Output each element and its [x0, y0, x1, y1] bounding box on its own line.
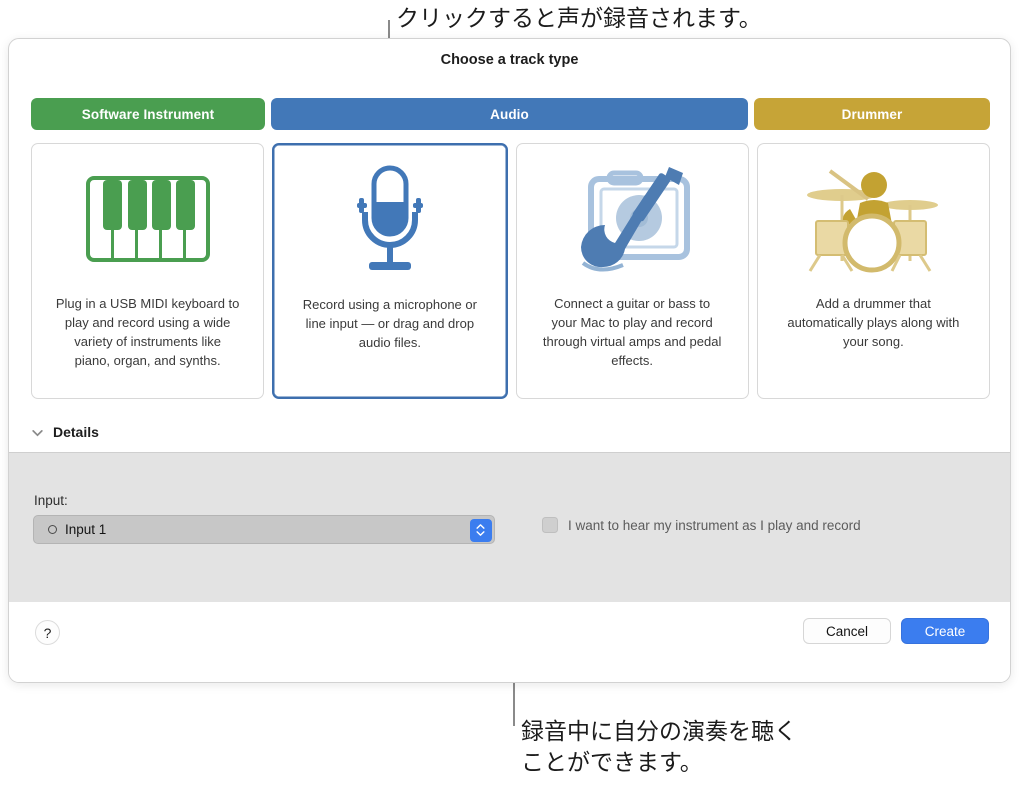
tab-audio[interactable]: Audio [271, 98, 748, 130]
card-guitar-bass-description: Connect a guitar or bass to your Mac to … [542, 296, 722, 368]
cancel-button-label: Cancel [825, 623, 869, 639]
chevron-up-icon [476, 524, 485, 529]
microphone-icon [356, 165, 423, 270]
monitor-checkbox[interactable] [542, 517, 558, 533]
input-caption: Input: [34, 493, 68, 508]
card-guitar-bass-art [517, 144, 748, 294]
details-disclosure[interactable]: Details [31, 424, 99, 440]
chevron-down-icon [32, 429, 43, 436]
input-select[interactable]: Input 1 [33, 515, 495, 544]
drummer-icon [807, 169, 939, 273]
tab-software-instrument-label: Software Instrument [81, 106, 215, 122]
card-drummer[interactable]: Add a drummer that automatically plays a… [756, 143, 990, 399]
track-type-cards: Plug in a USB MIDI keyboard to play and … [31, 143, 990, 399]
chevron-down-icon [476, 531, 485, 536]
tab-drummer[interactable]: Drummer [754, 98, 990, 130]
card-drummer-description: Add a drummer that automatically plays a… [787, 296, 960, 349]
card-software-instrument[interactable]: Plug in a USB MIDI keyboard to play and … [31, 143, 265, 399]
piano-keyboard-icon [85, 176, 210, 262]
monitor-checkbox-row[interactable]: I want to hear my instrument as I play a… [542, 517, 861, 533]
help-button-label: ? [43, 624, 52, 641]
monitor-checkbox-label: I want to hear my instrument as I play a… [568, 517, 861, 533]
dialog-title: Choose a track type [440, 52, 579, 68]
new-track-dialog: Choose a track type Software Instrument … [8, 38, 1011, 683]
cancel-button[interactable]: Cancel [803, 618, 891, 644]
details-label: Details [53, 424, 99, 440]
tab-software-instrument[interactable]: Software Instrument [31, 98, 265, 130]
mono-input-icon [48, 525, 57, 534]
input-select-value: Input 1 [65, 522, 107, 537]
guitar-amp-icon [581, 167, 691, 272]
top-callout-text: クリックすると声が録音されます。 [396, 6, 762, 32]
bottom-callout-text: 録音中に自分の演奏を聴く ことができます。 [521, 719, 797, 776]
card-audio-description: Record using a microphone or line input … [302, 297, 477, 350]
card-software-instrument-description: Plug in a USB MIDI keyboard to play and … [55, 296, 240, 368]
card-drummer-art [758, 144, 989, 294]
dialog-footer: ? Cancel Create [9, 602, 1010, 682]
tab-drummer-label: Drummer [841, 106, 903, 122]
card-guitar-bass[interactable]: Connect a guitar or bass to your Mac to … [515, 143, 749, 399]
details-panel: Input: Input 1 I want to hear my instrum… [9, 452, 1010, 636]
card-audio[interactable]: Record using a microphone or line input … [272, 143, 508, 399]
create-button[interactable]: Create [901, 618, 989, 644]
footer-buttons: Cancel Create [803, 618, 989, 644]
track-type-tabs: Software Instrument Audio Drummer [31, 98, 990, 130]
help-button[interactable]: ? [35, 620, 60, 645]
tab-audio-label: Audio [490, 106, 529, 122]
create-button-label: Create [924, 623, 966, 639]
input-select-stepper[interactable] [469, 518, 492, 542]
screenshot-root: クリックすると声が録音されます。 録音中に自分の演奏を聴く ことができます。 C… [0, 0, 1019, 790]
card-audio-art [274, 145, 505, 295]
card-software-instrument-art [32, 144, 263, 294]
